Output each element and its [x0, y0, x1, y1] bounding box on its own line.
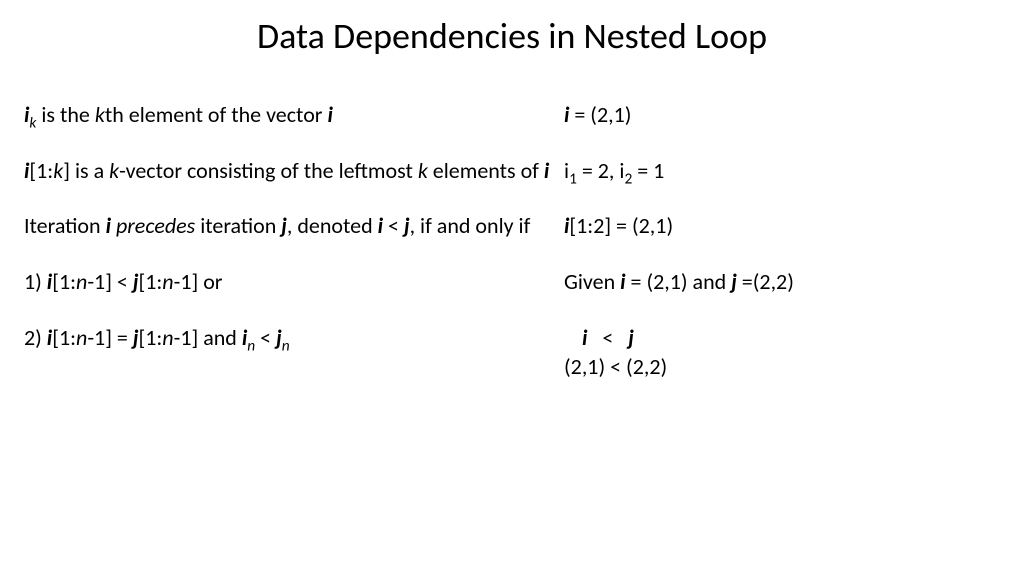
text: n: [162, 268, 173, 295]
text: i: [327, 101, 332, 128]
text: Given: [564, 268, 620, 295]
text: n: [76, 324, 87, 351]
definition-subvector: i[1:k] is a k-vector consisting of the l…: [24, 156, 564, 186]
slide-body: ik is the kth element of the vector i i[…: [24, 100, 1000, 556]
example-subvector: i[1:2] = (2,1): [564, 211, 1000, 241]
definition-precedes: Iteration i precedes iteration j, denote…: [24, 211, 564, 241]
text: <: [255, 324, 276, 351]
condition-2: 2) i[1:n-1] = j[1:n-1] and in < jn: [24, 323, 564, 353]
text: -vector consisting of the leftmost: [119, 157, 418, 184]
text: , if and only if: [410, 212, 531, 239]
text: is the: [36, 101, 94, 128]
text: = (2,1): [569, 101, 631, 128]
text: k: [109, 157, 119, 184]
text: = 1: [632, 157, 664, 184]
comparison-symbolic: i < j: [564, 323, 1000, 353]
slide: Data Dependencies in Nested Loop i k is t…: [0, 0, 1024, 576]
text: iteration: [195, 212, 281, 239]
text: n: [282, 336, 290, 355]
text: -1] <: [87, 268, 133, 295]
text: 1): [24, 268, 47, 295]
text: [1:: [138, 268, 162, 295]
text: <: [383, 212, 404, 239]
left-column: ik is the kth element of the vector i i[…: [24, 100, 564, 556]
slide-title: Data Dependencies in Nested Loop: [0, 14, 1024, 58]
text: n: [162, 324, 173, 351]
text: j: [628, 324, 634, 351]
text: 1: [569, 169, 577, 188]
example-elements: i1 = 2, i2 = 1: [564, 156, 1000, 186]
text: [1:: [29, 157, 53, 184]
text: , denoted: [287, 212, 378, 239]
example-given: Given i = (2,1) and j =(2,2): [564, 267, 1000, 297]
comparison-numeric: (2,1) < (2,2): [564, 352, 1000, 382]
text: -1] =: [87, 324, 133, 351]
text: k: [418, 157, 428, 184]
text: = (2,1) and: [626, 268, 732, 295]
text: i: [544, 157, 549, 184]
text: ] is a: [63, 157, 109, 184]
text: n: [76, 268, 87, 295]
text: -1] or: [174, 268, 223, 295]
text: [1:: [52, 268, 76, 295]
text: =(2,2): [737, 268, 794, 295]
condition-1: 1) i[1:n-1] < j[1:n-1] or: [24, 267, 564, 297]
right-column: i = (2,1) i1 = 2, i2 = 1 i[1:2] = (2,1) …: [564, 100, 1000, 556]
text: = 2, i: [577, 157, 625, 184]
text: n: [247, 336, 255, 355]
text: -1] and: [174, 324, 242, 351]
text: [1:: [52, 324, 76, 351]
example-comparison: i < j (2,1) < (2,2): [564, 323, 1000, 382]
text: elements of: [428, 157, 544, 184]
text: <: [587, 324, 628, 351]
text: precedes: [111, 212, 195, 239]
definition-element: ik is the kth element of the vector i: [24, 100, 564, 130]
text: th element of the vector: [105, 101, 328, 128]
text: k: [53, 157, 63, 184]
text: Iteration: [24, 212, 106, 239]
text: 2): [24, 324, 47, 351]
text: k: [95, 101, 105, 128]
example-vector: i = (2,1): [564, 100, 1000, 130]
text: [1:2] = (2,1): [569, 212, 673, 239]
text: [1:: [138, 324, 162, 351]
